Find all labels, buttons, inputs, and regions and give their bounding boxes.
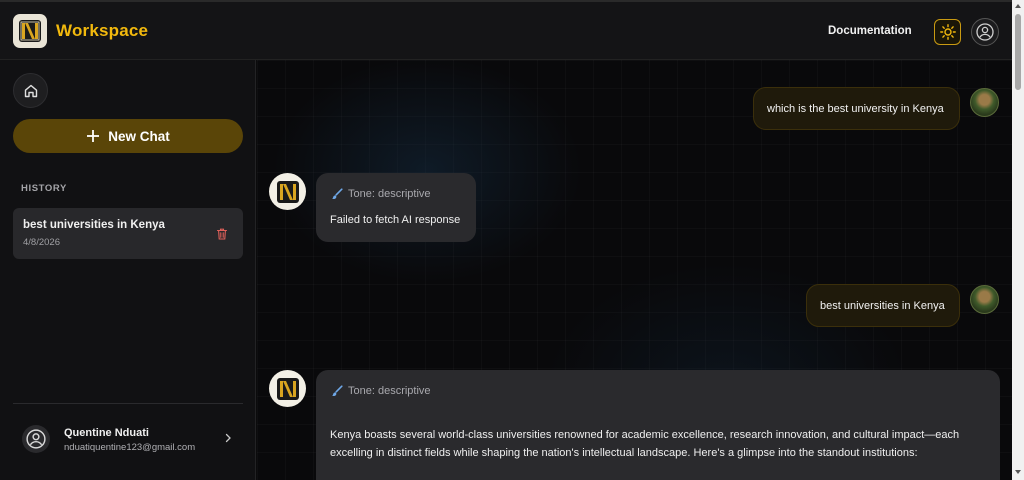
top-header: Workspace Documentation — [0, 0, 1012, 60]
tone-indicator: Tone: descriptive — [331, 188, 431, 200]
page-scrollbar[interactable] — [1012, 0, 1024, 480]
profile-name: Quentine Nduati — [64, 427, 149, 439]
user-message: best universities in Kenya — [806, 284, 960, 327]
tone-label: Tone: descriptive — [348, 385, 431, 397]
trash-icon[interactable] — [215, 227, 229, 241]
profile-card[interactable]: Quentine Nduati nduatiquentine123@gmail.… — [13, 415, 243, 463]
assistant-message: Tone: descriptive Kenya boasts several w… — [316, 370, 1000, 480]
user-avatar — [970, 88, 999, 117]
new-chat-label: New Chat — [108, 128, 170, 144]
user-message: which is the best university in Kenya — [753, 87, 960, 130]
tone-indicator: Tone: descriptive — [331, 385, 431, 397]
user-menu-button[interactable] — [971, 18, 999, 46]
user-circle-icon — [976, 23, 994, 41]
app-logo[interactable] — [13, 14, 47, 48]
scroll-down-arrow-icon[interactable] — [1015, 470, 1021, 474]
chat-panel[interactable]: which is the best university in Kenya To… — [257, 60, 1012, 480]
history-item-date: 4/8/2026 — [23, 237, 60, 248]
documentation-link[interactable]: Documentation — [828, 25, 912, 37]
assistant-message-line: excelling in distinct fields while shapi… — [330, 447, 918, 459]
n-monogram-logo-icon — [276, 377, 299, 400]
user-message-text: best universities in Kenya — [820, 299, 945, 312]
profile-email: nduatiquentine123@gmail.com — [64, 442, 196, 453]
sidebar-divider — [13, 403, 243, 404]
app-title: Workspace — [56, 21, 149, 40]
scroll-up-arrow-icon[interactable] — [1015, 4, 1021, 8]
assistant-message-text: Kenya boasts several world-class univers… — [330, 426, 990, 462]
new-chat-button[interactable]: New Chat — [13, 119, 243, 153]
sun-icon — [939, 24, 956, 40]
user-avatar — [970, 285, 999, 314]
n-monogram-logo-icon — [276, 180, 299, 203]
theme-toggle-button[interactable] — [934, 19, 961, 45]
assistant-avatar — [269, 173, 306, 210]
assistant-message-line: Kenya boasts several world-class univers… — [330, 429, 960, 441]
sidebar: New Chat HISTORY best universities in Ke… — [0, 60, 256, 480]
history-heading: HISTORY — [21, 183, 67, 194]
scroll-thumb[interactable] — [1015, 14, 1021, 90]
brush-icon — [332, 188, 343, 200]
home-icon — [24, 84, 37, 97]
plus-icon — [87, 130, 100, 142]
chevron-right-icon — [225, 433, 231, 443]
user-message-text: which is the best university in Kenya — [767, 102, 944, 115]
n-monogram-logo-icon — [19, 20, 41, 42]
tone-label: Tone: descriptive — [348, 188, 431, 200]
assistant-message: Tone: descriptive Failed to fetch AI res… — [316, 173, 476, 242]
avatar — [22, 425, 50, 453]
assistant-message-text: Failed to fetch AI response — [330, 214, 461, 226]
home-button[interactable] — [13, 73, 48, 108]
user-circle-icon — [26, 429, 46, 449]
app-window: Workspace Documentation New Chat HISTORY… — [0, 0, 1024, 480]
assistant-avatar — [269, 370, 306, 407]
history-item-title: best universities in Kenya — [23, 219, 165, 231]
history-item[interactable]: best universities in Kenya 4/8/2026 — [13, 208, 243, 259]
brush-icon — [332, 385, 343, 397]
